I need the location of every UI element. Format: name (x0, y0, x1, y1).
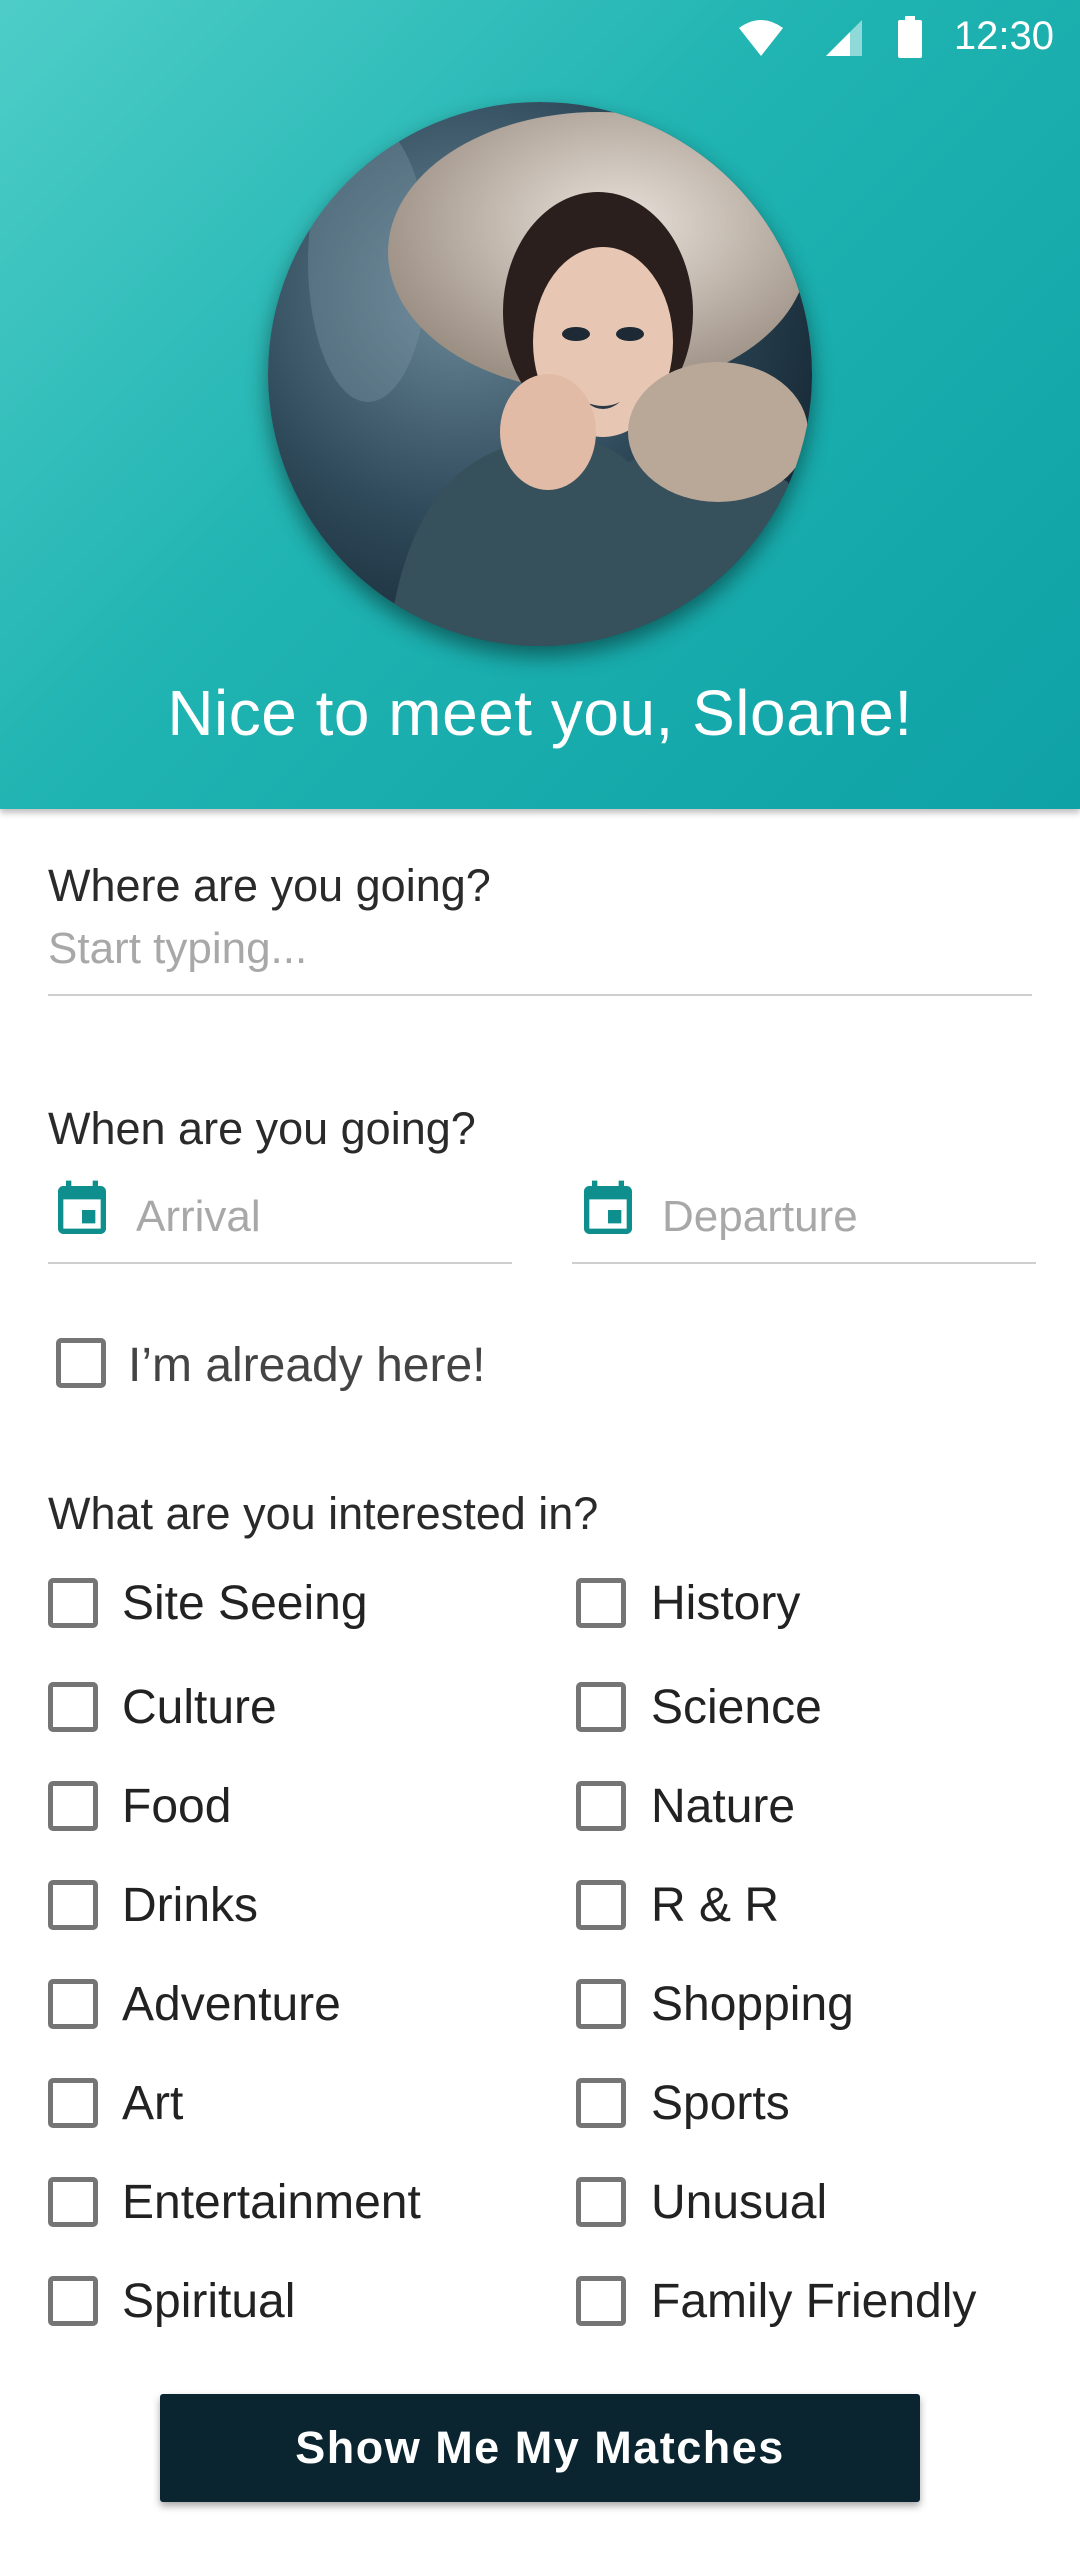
calendar-icon (58, 1180, 106, 1234)
already-here-label: I’m already here! (128, 1339, 486, 1392)
calendar-icon (584, 1180, 632, 1234)
interest-label: Family Friendly (651, 2275, 977, 2328)
destination-underline (48, 994, 1032, 996)
interest-checkbox[interactable] (576, 2078, 626, 2128)
arrival-input[interactable]: Arrival (136, 1192, 261, 1242)
interest-label: Shopping (651, 1978, 854, 2031)
interest-checkbox[interactable] (576, 1578, 626, 1628)
destination-input[interactable]: Start typing... (48, 924, 307, 974)
battery-icon (898, 16, 922, 58)
interest-label: Spiritual (122, 2275, 296, 2328)
interest-checkbox[interactable] (576, 1781, 626, 1831)
interest-checkbox[interactable] (48, 1682, 98, 1732)
interest-checkbox[interactable] (48, 1781, 98, 1831)
interest-label: Art (122, 2077, 184, 2130)
destination-label: Where are you going? (48, 860, 491, 911)
interest-label: Nature (651, 1780, 796, 1833)
status-bar: 12:30 (0, 0, 1080, 84)
interest-label: Culture (122, 1681, 277, 1734)
cell-signal-icon (826, 20, 862, 56)
arrival-underline (48, 1262, 512, 1264)
interest-checkbox[interactable] (48, 1578, 98, 1628)
interest-label: Drinks (122, 1879, 259, 1932)
status-time: 12:30 (953, 14, 1054, 58)
interest-checkbox[interactable] (576, 1979, 626, 2029)
interest-checkbox[interactable] (48, 2177, 98, 2227)
interest-checkbox[interactable] (48, 1979, 98, 2029)
interest-label: History (651, 1577, 801, 1630)
interest-label: Food (122, 1780, 232, 1833)
greeting-title: Nice to meet you, Sloane! (167, 677, 913, 749)
interests-label: What are you interested in? (48, 1488, 599, 1539)
interest-checkbox[interactable] (48, 1880, 98, 1930)
departure-input[interactable]: Departure (662, 1192, 858, 1242)
interest-label: Entertainment (122, 2176, 421, 2229)
interest-checkbox[interactable] (48, 2078, 98, 2128)
interest-label: Adventure (122, 1978, 341, 2031)
departure-underline (572, 1262, 1036, 1264)
dates-label: When are you going? (48, 1103, 476, 1154)
interest-checkbox[interactable] (576, 2276, 626, 2326)
interest-label: R & R (651, 1879, 780, 1932)
interest-checkbox[interactable] (48, 2276, 98, 2326)
interest-label: Sports (651, 2077, 790, 2130)
interest-label: Site Seeing (122, 1577, 368, 1630)
already-here-checkbox[interactable] (56, 1338, 106, 1388)
interest-checkbox[interactable] (576, 1880, 626, 1930)
avatar (268, 102, 812, 646)
interest-checkbox[interactable] (576, 2177, 626, 2227)
interest-label: Science (651, 1681, 822, 1734)
profile-header: 12:30 Nice to meet you, Sloane! (0, 0, 1080, 809)
show-matches-button[interactable]: Show Me My Matches (160, 2394, 920, 2502)
wifi-icon (739, 20, 783, 56)
interest-checkbox[interactable] (576, 1682, 626, 1732)
interest-label: Unusual (651, 2176, 828, 2229)
